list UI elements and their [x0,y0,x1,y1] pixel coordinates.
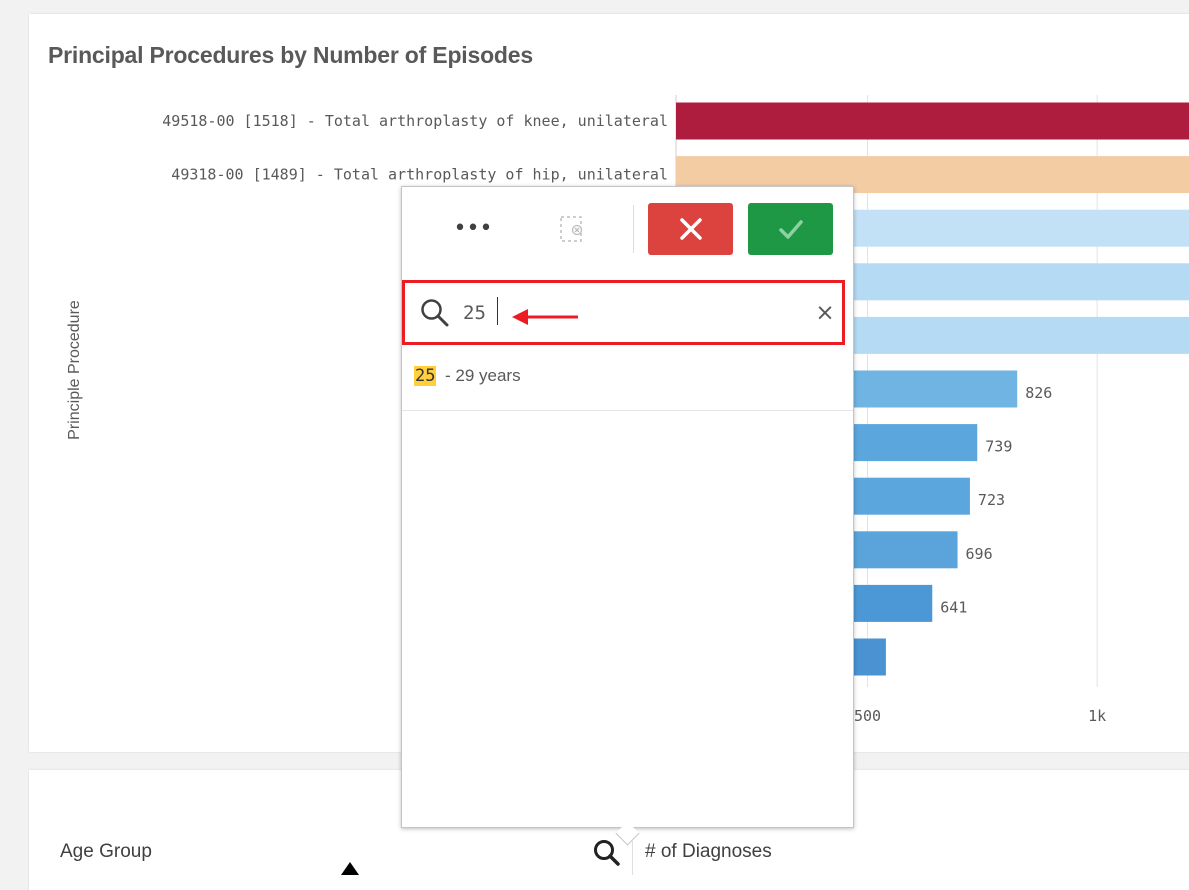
category-label: 49518-00 [1518] - Total arthroplasty of … [162,112,668,130]
more-options-button[interactable]: ••• [446,205,500,253]
list-item[interactable]: 25 - 29 years [402,350,853,411]
toolbar-separator [633,205,634,253]
column-header-diagnoses[interactable]: # of Diagnoses [645,841,772,863]
sort-arrow-icon[interactable] [341,862,359,875]
x-tick-label: 500 [854,707,881,725]
close-icon [680,218,702,240]
list-item-label: - 29 years [445,366,521,385]
category-label: 49318-00 [1489] - Total arthroplasty of … [171,166,668,184]
bar[interactable] [676,102,1189,140]
data-label: 641 [940,598,967,616]
column-search-icon[interactable] [592,838,622,868]
check-icon [779,220,803,239]
data-label: 696 [966,545,993,563]
column-header-age-group[interactable]: Age Group [60,841,152,863]
search-icon [421,299,449,327]
selection-popover: ••• × 25 - 29 years [401,186,854,828]
search-box: × [402,280,845,345]
data-label: 723 [978,491,1005,509]
text-cursor [497,297,498,325]
search-clear-button[interactable]: × [810,293,840,333]
search-match-highlight: 25 [414,366,437,386]
data-label: 739 [985,438,1012,456]
x-tick-label: 1k [1088,707,1106,725]
column-divider [632,835,633,875]
data-label: 826 [1025,384,1052,402]
confirm-selection-button[interactable] [748,203,833,255]
cancel-selection-button[interactable] [648,203,733,255]
clear-selections-icon[interactable] [558,214,586,244]
arrow-left-icon [512,309,578,325]
